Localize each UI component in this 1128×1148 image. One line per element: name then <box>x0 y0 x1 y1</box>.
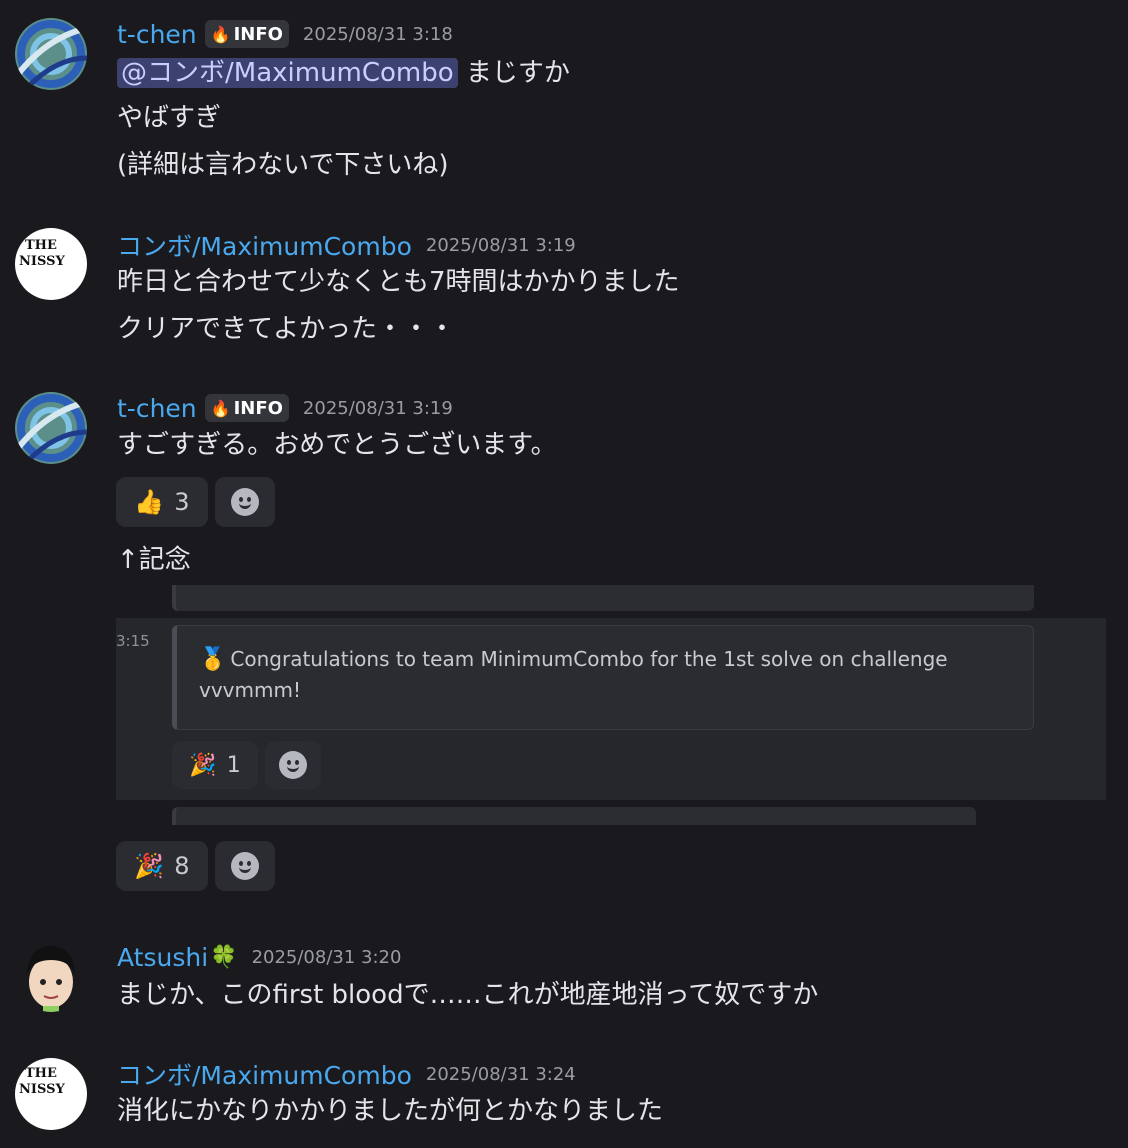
add-reaction-icon <box>279 751 307 779</box>
add-reaction-button[interactable] <box>215 477 275 527</box>
message-text: まじか、このfirst bloodで……これが地産地消って奴ですか <box>117 980 819 1010</box>
reaction-thumbs-up[interactable]: 👍 3 <box>116 477 208 527</box>
timestamp: 2025/08/31 3:19 <box>302 397 453 419</box>
message-text: やばすぎ <box>117 103 222 133</box>
tag-label: INFO <box>233 23 283 45</box>
avatar-text: NISSY <box>19 254 65 269</box>
avatar[interactable]: THE NISSY <box>15 228 87 300</box>
avatar-text: THE <box>25 1066 57 1081</box>
message-text-rest: まじすか <box>457 58 570 88</box>
message-header: コンボ/MaximumCombo 2025/08/31 3:24 <box>117 1057 576 1091</box>
avatar[interactable] <box>15 392 87 464</box>
avatar-text: THE <box>25 238 57 253</box>
message-text: すごすぎる。おめでとうございます。 <box>117 430 557 460</box>
message-header: コンボ/MaximumCombo 2025/08/31 3:19 <box>117 228 576 262</box>
avatar[interactable]: THE NISSY <box>15 1058 87 1130</box>
message-header: t-chen 🔥 INFO 2025/08/31 3:18 <box>117 17 453 51</box>
timestamp: 2025/08/31 3:20 <box>251 946 402 968</box>
user-mention[interactable]: @コンボ/MaximumCombo <box>117 58 458 88</box>
role-tag[interactable]: 🔥 INFO <box>204 20 289 48</box>
avatar[interactable] <box>15 18 87 90</box>
embed-fragment <box>172 807 976 825</box>
party-popper-emoji: 🎉 <box>134 852 165 880</box>
attached-screenshot[interactable]: 3:15 🥇 Congratulations to team MinimumCom… <box>116 585 1106 825</box>
add-reaction-button[interactable] <box>215 841 275 891</box>
timestamp: 2025/08/31 3:18 <box>302 23 453 45</box>
embed-message: Congratulations to team MinimumCombo for… <box>199 647 948 702</box>
message-header: Atsushi 🍀 2025/08/31 3:20 <box>117 940 401 974</box>
tag-label: INFO <box>233 397 283 419</box>
username[interactable]: Atsushi <box>117 943 208 972</box>
message-text: (詳細は言わないで下さいね) <box>117 150 449 180</box>
add-reaction-icon <box>231 852 259 880</box>
flame-icon: 🔥 <box>210 24 231 44</box>
screenshot-timestamp: 3:15 <box>116 632 150 650</box>
thumbs-up-emoji: 👍 <box>134 488 165 516</box>
embed-fragment <box>172 585 1034 611</box>
message-text: @コンボ/MaximumCombo まじすか <box>117 56 570 90</box>
message-header: t-chen 🔥 INFO 2025/08/31 3:19 <box>117 391 453 425</box>
reaction-count: 3 <box>174 488 190 516</box>
username[interactable]: コンボ/MaximumCombo <box>117 1056 412 1092</box>
role-tag[interactable]: 🔥 INFO <box>204 394 289 422</box>
message-text: 昨日と合わせて少なくとも7時間はかかりました <box>117 267 680 297</box>
chat-log: t-chen 🔥 INFO 2025/08/31 3:18 @コンボ/Maxim… <box>0 0 1128 1148</box>
clover-emoji: 🍀 <box>210 944 238 970</box>
add-reaction-icon <box>231 488 259 516</box>
timestamp: 2025/08/31 3:24 <box>425 1063 576 1085</box>
party-popper-emoji: 🎉 <box>189 752 217 778</box>
embed-text: 🥇 Congratulations to team MinimumCombo fo… <box>199 644 989 705</box>
avatar[interactable] <box>15 940 87 1012</box>
reaction-count: 8 <box>174 852 190 880</box>
username[interactable]: t-chen <box>117 394 197 423</box>
screenshot-reaction: 🎉 1 <box>172 741 258 789</box>
timestamp: 2025/08/31 3:19 <box>425 234 576 256</box>
screenshot-add-reaction <box>265 741 321 789</box>
bot-embed: 🥇 Congratulations to team MinimumCombo fo… <box>172 625 1034 730</box>
message-text: クリアできてよかった・・・ <box>117 314 456 344</box>
reaction-party-popper[interactable]: 🎉 8 <box>116 841 208 891</box>
avatar-text: NISSY <box>19 1082 65 1097</box>
message-text: ↑記念 <box>117 545 191 575</box>
message-text: 消化にかなりかかりましたが何とかなりました <box>117 1096 664 1126</box>
reaction-count: 1 <box>226 752 241 778</box>
username[interactable]: コンボ/MaximumCombo <box>117 227 412 263</box>
medal-icon: 🥇 <box>199 647 227 672</box>
flame-icon: 🔥 <box>210 398 231 418</box>
username[interactable]: t-chen <box>117 20 197 49</box>
